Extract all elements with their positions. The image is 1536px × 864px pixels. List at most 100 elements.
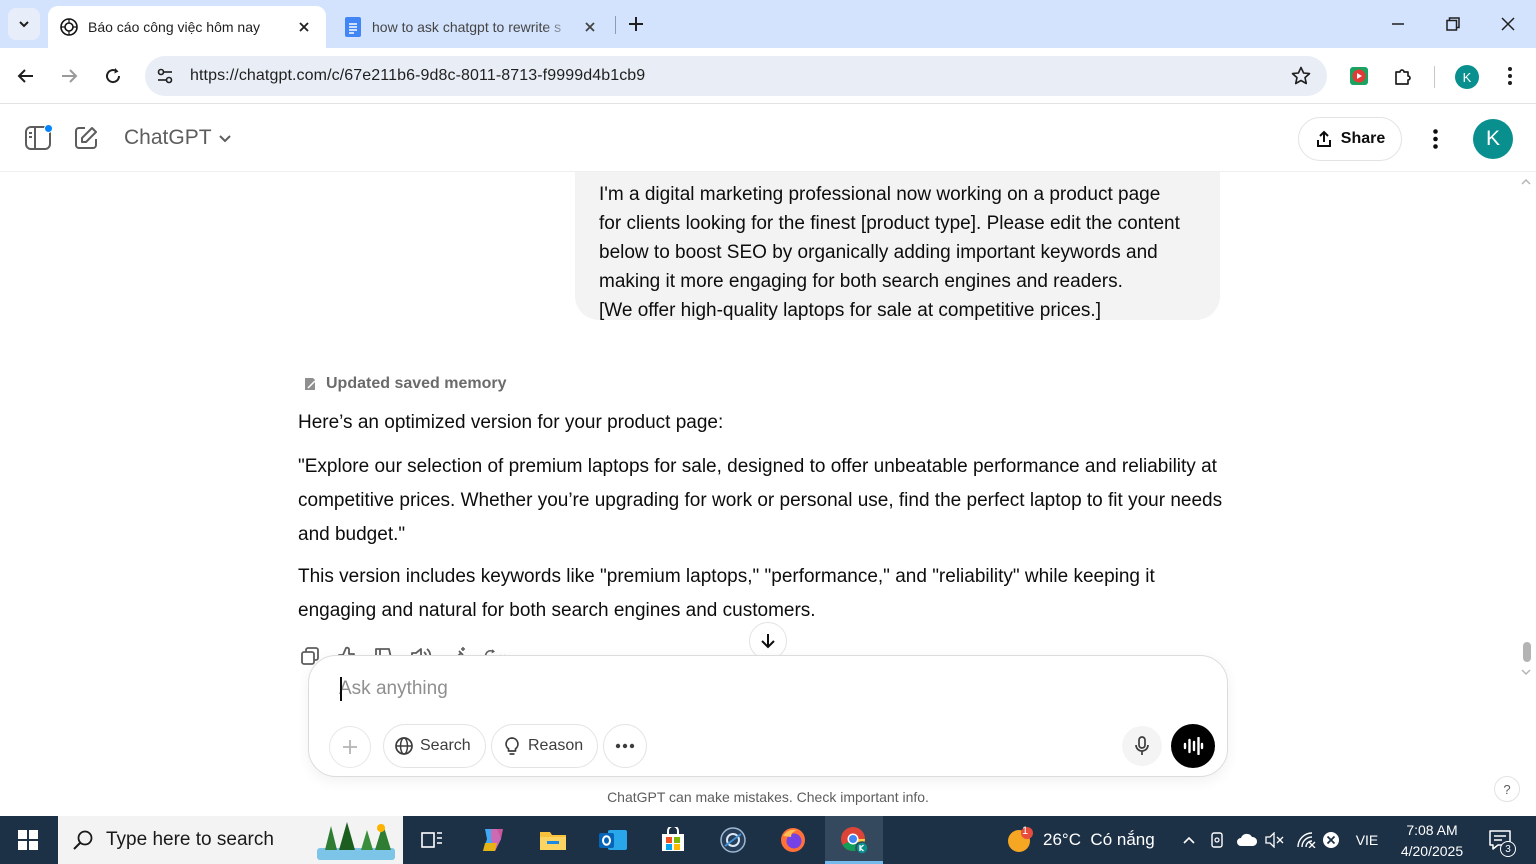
error-circle-icon [1323, 832, 1339, 848]
message-composer: Search Reason [308, 655, 1228, 777]
plus-icon [629, 17, 643, 31]
store-icon [662, 827, 684, 851]
tray-meet-now[interactable] [1207, 816, 1229, 864]
globe-app-icon [720, 827, 746, 853]
dictate-button[interactable] [1122, 726, 1162, 766]
browser-tab-inactive[interactable]: how to ask chatgpt to rewrite s [332, 6, 612, 48]
address-bar[interactable]: https://chatgpt.com/c/67e211b6-9d8c-8011… [145, 56, 1327, 96]
notification-dot [44, 124, 53, 133]
tab-title: how to ask chatgpt to rewrite s [372, 19, 562, 35]
tray-volume[interactable] [1264, 816, 1286, 864]
forward-button[interactable] [51, 58, 87, 94]
reason-button[interactable]: Reason [491, 724, 599, 768]
kebab-menu-icon [1432, 129, 1438, 149]
more-tools-button[interactable] [603, 724, 647, 768]
site-info-button[interactable] [147, 58, 183, 94]
model-name: ChatGPT [124, 126, 212, 149]
extension-button[interactable] [1341, 58, 1377, 94]
tray-network[interactable] [1294, 816, 1318, 864]
scrollbar-thumb[interactable] [1523, 642, 1531, 662]
user-message-line: making it more engaging for both search … [599, 271, 1123, 292]
cloud-icon [1237, 833, 1258, 846]
taskbar-microsoft-store[interactable] [644, 816, 702, 864]
back-button[interactable] [8, 58, 44, 94]
new-chat-button[interactable] [68, 120, 104, 156]
star-icon [1291, 66, 1311, 85]
browser-tab-active[interactable]: Báo cáo công việc hôm nay [48, 6, 326, 48]
globe-icon [395, 737, 413, 755]
reason-label: Reason [528, 737, 584, 754]
text-caret [340, 677, 342, 701]
restore-button[interactable] [1426, 0, 1480, 48]
user-message-line: [We offer high-quality laptops for sale … [599, 300, 1101, 321]
prompt-input[interactable] [339, 674, 1199, 704]
arrow-right-icon [62, 69, 78, 83]
attach-button[interactable] [329, 726, 371, 768]
memory-updated-indicator[interactable]: Updated saved memory [302, 375, 507, 393]
taskbar-app-globe[interactable] [704, 816, 762, 864]
browser-menu-button[interactable] [1492, 58, 1528, 94]
page-scrollbar[interactable] [1519, 172, 1533, 817]
task-view-icon [421, 832, 442, 848]
taskbar-outlook[interactable] [584, 816, 642, 864]
browser-profile-avatar[interactable]: K [1455, 65, 1479, 89]
forest-illustration-icon [317, 822, 395, 860]
tray-onedrive[interactable] [1234, 816, 1260, 864]
microphone-icon [1135, 736, 1149, 755]
voice-mode-button[interactable] [1171, 724, 1215, 768]
help-button[interactable]: ? [1494, 776, 1520, 802]
windows-logo-icon [18, 830, 38, 850]
browser-toolbar: https://chatgpt.com/c/67e211b6-9d8c-8011… [0, 48, 1536, 104]
taskbar-copilot[interactable] [464, 816, 522, 864]
close-tab-icon[interactable] [294, 17, 314, 37]
close-tab-icon[interactable] [580, 17, 600, 37]
copilot-icon [483, 829, 503, 851]
start-button[interactable] [0, 816, 56, 864]
tray-status[interactable] [1320, 816, 1342, 864]
close-window-button[interactable] [1481, 0, 1535, 48]
minimize-button[interactable] [1371, 0, 1425, 48]
memory-label: Updated saved memory [326, 375, 507, 392]
reload-button[interactable] [95, 58, 131, 94]
share-button[interactable]: Share [1298, 117, 1402, 161]
extensions-menu-button[interactable] [1385, 58, 1421, 94]
edit-icon [75, 127, 97, 149]
plus-icon [343, 740, 357, 754]
model-selector[interactable]: ChatGPT [124, 126, 232, 150]
task-view-button[interactable] [403, 816, 461, 864]
taskbar-search-box[interactable]: Type here to search [58, 816, 403, 864]
chevron-down-icon [218, 135, 231, 143]
search-icon [73, 830, 93, 850]
weather-text: 26°C Có nắng [1043, 830, 1155, 849]
conversation-options-button[interactable] [1418, 122, 1452, 156]
taskbar-search-placeholder: Type here to search [106, 829, 274, 850]
user-avatar[interactable]: K [1473, 119, 1513, 159]
kebab-menu-icon [1508, 67, 1512, 85]
sidebar-toggle-button[interactable] [20, 120, 56, 156]
share-label: Share [1340, 130, 1386, 147]
input-language[interactable]: VIE [1350, 816, 1384, 864]
search-button[interactable]: Search [383, 724, 486, 768]
bookmark-button[interactable] [1289, 64, 1313, 88]
taskbar-clock[interactable]: 7:08 AM 4/20/2025 [1390, 820, 1474, 862]
puzzle-icon [1395, 69, 1411, 85]
taskbar-chrome[interactable] [825, 816, 883, 864]
chrome-icon [841, 827, 869, 855]
url-text: https://chatgpt.com/c/67e211b6-9d8c-8011… [190, 67, 646, 84]
show-hidden-icons-button[interactable] [1178, 816, 1200, 864]
weather-widget[interactable]: 1 26°C Có nắng [1005, 816, 1155, 864]
close-icon [1501, 17, 1515, 31]
memory-icon [305, 378, 316, 390]
tab-divider [615, 16, 616, 34]
chevron-up-icon [1183, 836, 1195, 844]
tab-search-button[interactable] [8, 8, 40, 40]
assistant-paragraph: Here’s an optimized version for your pro… [298, 412, 724, 433]
taskbar-file-explorer[interactable] [524, 816, 582, 864]
clock-date: 4/20/2025 [1400, 843, 1464, 859]
tune-icon [157, 68, 173, 84]
lightbulb-icon [505, 737, 519, 755]
new-tab-button[interactable] [622, 10, 650, 38]
share-icon [1316, 130, 1331, 147]
notification-center-button[interactable]: 3 [1480, 816, 1520, 864]
taskbar-firefox[interactable] [764, 816, 822, 864]
